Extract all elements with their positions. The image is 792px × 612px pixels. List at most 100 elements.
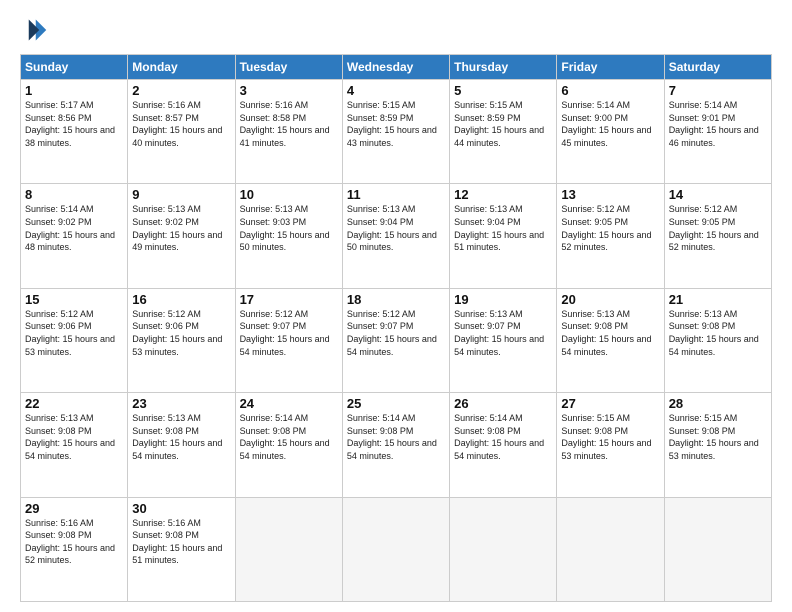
calendar-cell: 14Sunrise: 5:12 AMSunset: 9:05 PMDayligh… <box>664 184 771 288</box>
calendar-cell: 12Sunrise: 5:13 AMSunset: 9:04 PMDayligh… <box>450 184 557 288</box>
day-number: 30 <box>132 501 230 516</box>
calendar-week-row: 22Sunrise: 5:13 AMSunset: 9:08 PMDayligh… <box>21 393 772 497</box>
calendar-table: SundayMondayTuesdayWednesdayThursdayFrid… <box>20 54 772 602</box>
day-number: 6 <box>561 83 659 98</box>
cell-details: Sunrise: 5:14 AMSunset: 9:08 PMDaylight:… <box>454 412 552 462</box>
calendar-cell: 30Sunrise: 5:16 AMSunset: 9:08 PMDayligh… <box>128 497 235 601</box>
day-number: 16 <box>132 292 230 307</box>
calendar-cell: 23Sunrise: 5:13 AMSunset: 9:08 PMDayligh… <box>128 393 235 497</box>
calendar-cell: 3Sunrise: 5:16 AMSunset: 8:58 PMDaylight… <box>235 80 342 184</box>
cell-details: Sunrise: 5:14 AMSunset: 9:08 PMDaylight:… <box>347 412 445 462</box>
calendar-header-row: SundayMondayTuesdayWednesdayThursdayFrid… <box>21 55 772 80</box>
calendar-cell: 8Sunrise: 5:14 AMSunset: 9:02 PMDaylight… <box>21 184 128 288</box>
day-of-week-sunday: Sunday <box>21 55 128 80</box>
cell-details: Sunrise: 5:14 AMSunset: 9:02 PMDaylight:… <box>25 203 123 253</box>
cell-details: Sunrise: 5:14 AMSunset: 9:01 PMDaylight:… <box>669 99 767 149</box>
calendar-cell: 5Sunrise: 5:15 AMSunset: 8:59 PMDaylight… <box>450 80 557 184</box>
day-number: 5 <box>454 83 552 98</box>
cell-details: Sunrise: 5:16 AMSunset: 8:57 PMDaylight:… <box>132 99 230 149</box>
day-of-week-thursday: Thursday <box>450 55 557 80</box>
day-number: 7 <box>669 83 767 98</box>
calendar-cell: 27Sunrise: 5:15 AMSunset: 9:08 PMDayligh… <box>557 393 664 497</box>
cell-details: Sunrise: 5:16 AMSunset: 9:08 PMDaylight:… <box>132 517 230 567</box>
day-number: 2 <box>132 83 230 98</box>
day-number: 8 <box>25 187 123 202</box>
cell-details: Sunrise: 5:13 AMSunset: 9:08 PMDaylight:… <box>132 412 230 462</box>
day-number: 11 <box>347 187 445 202</box>
calendar-week-row: 8Sunrise: 5:14 AMSunset: 9:02 PMDaylight… <box>21 184 772 288</box>
day-number: 15 <box>25 292 123 307</box>
day-of-week-monday: Monday <box>128 55 235 80</box>
cell-details: Sunrise: 5:17 AMSunset: 8:56 PMDaylight:… <box>25 99 123 149</box>
day-number: 29 <box>25 501 123 516</box>
calendar-cell: 1Sunrise: 5:17 AMSunset: 8:56 PMDaylight… <box>21 80 128 184</box>
day-number: 22 <box>25 396 123 411</box>
day-number: 14 <box>669 187 767 202</box>
calendar-cell <box>235 497 342 601</box>
cell-details: Sunrise: 5:13 AMSunset: 9:08 PMDaylight:… <box>25 412 123 462</box>
calendar-cell: 15Sunrise: 5:12 AMSunset: 9:06 PMDayligh… <box>21 288 128 392</box>
cell-details: Sunrise: 5:12 AMSunset: 9:06 PMDaylight:… <box>25 308 123 358</box>
cell-details: Sunrise: 5:12 AMSunset: 9:07 PMDaylight:… <box>347 308 445 358</box>
day-number: 24 <box>240 396 338 411</box>
calendar-cell <box>450 497 557 601</box>
day-number: 3 <box>240 83 338 98</box>
calendar-cell: 24Sunrise: 5:14 AMSunset: 9:08 PMDayligh… <box>235 393 342 497</box>
day-number: 20 <box>561 292 659 307</box>
calendar-cell: 16Sunrise: 5:12 AMSunset: 9:06 PMDayligh… <box>128 288 235 392</box>
calendar-cell: 11Sunrise: 5:13 AMSunset: 9:04 PMDayligh… <box>342 184 449 288</box>
calendar-cell <box>664 497 771 601</box>
day-of-week-saturday: Saturday <box>664 55 771 80</box>
day-of-week-wednesday: Wednesday <box>342 55 449 80</box>
calendar-week-row: 29 Sunrise: 5:16 AMSunset: 9:08 PMDayligh… <box>21 497 772 601</box>
calendar-cell: 19Sunrise: 5:13 AMSunset: 9:07 PMDayligh… <box>450 288 557 392</box>
cell-details: Sunrise: 5:14 AMSunset: 9:00 PMDaylight:… <box>561 99 659 149</box>
cell-details: Sunrise: 5:13 AMSunset: 9:08 PMDaylight:… <box>561 308 659 358</box>
cell-details: Sunrise: 5:13 AMSunset: 9:08 PMDaylight:… <box>669 308 767 358</box>
calendar-cell: 9Sunrise: 5:13 AMSunset: 9:02 PMDaylight… <box>128 184 235 288</box>
calendar-week-row: 1Sunrise: 5:17 AMSunset: 8:56 PMDaylight… <box>21 80 772 184</box>
cell-details: Sunrise: 5:15 AMSunset: 8:59 PMDaylight:… <box>454 99 552 149</box>
day-number: 23 <box>132 396 230 411</box>
day-of-week-friday: Friday <box>557 55 664 80</box>
calendar-cell: 29Sunrise: 5:16 AMSunset: 9:08 PMDayligh… <box>21 497 128 601</box>
cell-details: Sunrise: 5:12 AMSunset: 9:05 PMDaylight:… <box>561 203 659 253</box>
cell-details: Sunrise: 5:12 AMSunset: 9:06 PMDaylight:… <box>132 308 230 358</box>
cell-details: Sunrise: 5:16 AMSunset: 8:58 PMDaylight:… <box>240 99 338 149</box>
day-number: 12 <box>454 187 552 202</box>
calendar-cell: 20Sunrise: 5:13 AMSunset: 9:08 PMDayligh… <box>557 288 664 392</box>
cell-details: Sunrise: 5:15 AMSunset: 9:08 PMDaylight:… <box>561 412 659 462</box>
calendar-cell <box>342 497 449 601</box>
calendar-cell: 22Sunrise: 5:13 AMSunset: 9:08 PMDayligh… <box>21 393 128 497</box>
calendar-cell: 13Sunrise: 5:12 AMSunset: 9:05 PMDayligh… <box>557 184 664 288</box>
cell-details: Sunrise: 5:13 AMSunset: 9:03 PMDaylight:… <box>240 203 338 253</box>
day-number: 9 <box>132 187 230 202</box>
calendar-cell: 26Sunrise: 5:14 AMSunset: 9:08 PMDayligh… <box>450 393 557 497</box>
cell-details: Sunrise: 5:14 AMSunset: 9:08 PMDaylight:… <box>240 412 338 462</box>
calendar-cell: 21Sunrise: 5:13 AMSunset: 9:08 PMDayligh… <box>664 288 771 392</box>
calendar-cell: 7Sunrise: 5:14 AMSunset: 9:01 PMDaylight… <box>664 80 771 184</box>
calendar-cell: 18Sunrise: 5:12 AMSunset: 9:07 PMDayligh… <box>342 288 449 392</box>
logo-icon <box>20 16 48 44</box>
day-number: 26 <box>454 396 552 411</box>
calendar-week-row: 15Sunrise: 5:12 AMSunset: 9:06 PMDayligh… <box>21 288 772 392</box>
day-number: 17 <box>240 292 338 307</box>
day-number: 10 <box>240 187 338 202</box>
cell-details: Sunrise: 5:13 AMSunset: 9:04 PMDaylight:… <box>347 203 445 253</box>
day-number: 21 <box>669 292 767 307</box>
calendar-cell: 6Sunrise: 5:14 AMSunset: 9:00 PMDaylight… <box>557 80 664 184</box>
header <box>20 16 772 44</box>
logo <box>20 16 52 44</box>
cell-details: Sunrise: 5:15 AMSunset: 8:59 PMDaylight:… <box>347 99 445 149</box>
cell-details: Sunrise: 5:12 AMSunset: 9:07 PMDaylight:… <box>240 308 338 358</box>
day-number: 1 <box>25 83 123 98</box>
cell-details: Sunrise: 5:13 AMSunset: 9:07 PMDaylight:… <box>454 308 552 358</box>
calendar-cell: 2Sunrise: 5:16 AMSunset: 8:57 PMDaylight… <box>128 80 235 184</box>
calendar-cell: 17Sunrise: 5:12 AMSunset: 9:07 PMDayligh… <box>235 288 342 392</box>
cell-details: Sunrise: 5:13 AMSunset: 9:02 PMDaylight:… <box>132 203 230 253</box>
day-number: 18 <box>347 292 445 307</box>
day-number: 4 <box>347 83 445 98</box>
day-of-week-tuesday: Tuesday <box>235 55 342 80</box>
calendar-cell: 4Sunrise: 5:15 AMSunset: 8:59 PMDaylight… <box>342 80 449 184</box>
day-number: 27 <box>561 396 659 411</box>
